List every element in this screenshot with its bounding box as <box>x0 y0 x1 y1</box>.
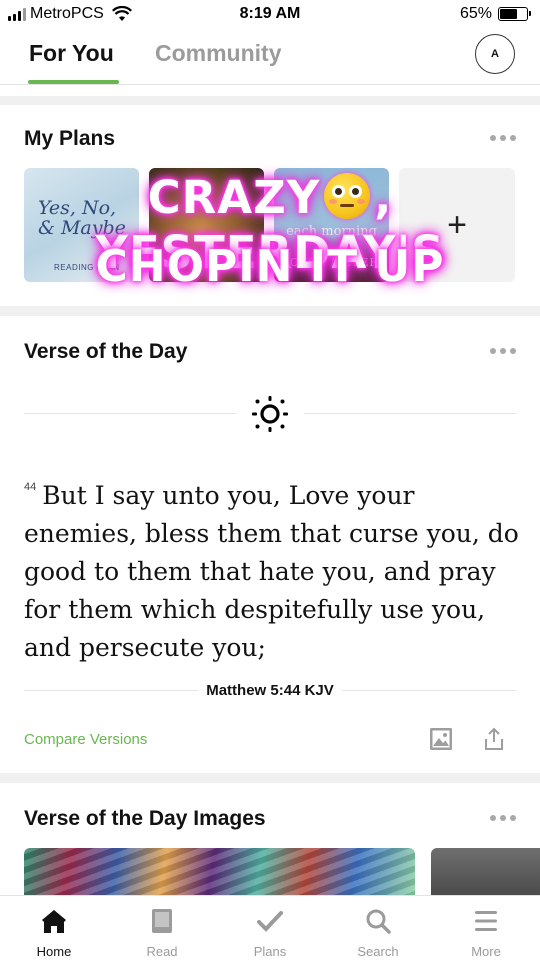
status-bar: MetroPCS 8:19 AM 65% <box>0 0 540 30</box>
home-icon <box>42 910 66 933</box>
verse-image-card[interactable] <box>431 848 540 896</box>
section-divider <box>0 96 540 105</box>
image-icon[interactable] <box>430 728 452 750</box>
nav-home-label: Home <box>36 944 72 959</box>
nav-read[interactable]: Read <box>108 896 216 960</box>
verse-reference[interactable]: Matthew 5:44 KJV <box>0 682 540 699</box>
verse-images-more-icon[interactable] <box>490 815 516 821</box>
sun-icon <box>252 396 288 432</box>
my-plans-more-icon[interactable] <box>490 135 516 141</box>
verse-number: 44 <box>24 481 37 493</box>
battery-icon <box>498 7 531 21</box>
verse-more-icon[interactable] <box>490 348 516 354</box>
nav-read-label: Read <box>146 944 178 959</box>
verse-text[interactable]: 44 But I say unto you, Love your enemies,… <box>24 468 524 667</box>
verse-image-card[interactable] <box>24 848 415 896</box>
bottom-nav: Home Read Plans Search More <box>0 895 540 960</box>
section-divider <box>0 773 540 783</box>
compare-versions-link[interactable]: Compare Versions <box>24 731 147 748</box>
nav-more[interactable]: More <box>432 896 540 960</box>
nav-search-label: Search <box>357 944 399 959</box>
share-icon[interactable] <box>482 727 506 751</box>
nav-plans[interactable]: Plans <box>216 896 324 960</box>
divider-line <box>24 413 236 414</box>
nav-more-label: More <box>471 944 501 959</box>
tab-for-you[interactable]: For You <box>29 40 114 67</box>
menu-icon <box>475 911 497 931</box>
verse-of-day-title: Verse of the Day <box>24 340 188 363</box>
avatar[interactable]: A <box>475 34 515 74</box>
verse-body: But I say unto you, Love your enemies, b… <box>24 481 519 662</box>
search-icon <box>366 909 391 934</box>
section-divider <box>0 306 540 316</box>
divider-line <box>304 413 516 414</box>
verse-images-title: Verse of the Day Images <box>24 807 266 830</box>
overlay-text-crazy: CRAZY <box>147 171 321 224</box>
active-tab-indicator <box>28 80 119 84</box>
overlay-caption-line2: CHOPIN IT UP <box>95 241 445 292</box>
top-nav: For You Community A <box>0 30 540 85</box>
nav-plans-label: Plans <box>253 944 287 959</box>
nav-home[interactable]: Home <box>0 896 108 960</box>
check-icon <box>257 911 283 932</box>
tab-community[interactable]: Community <box>155 40 282 67</box>
verse-reference-text: Matthew 5:44 KJV <box>198 682 342 699</box>
nav-search[interactable]: Search <box>324 896 432 960</box>
battery-percent: 65% <box>459 5 492 22</box>
book-icon <box>152 909 172 933</box>
flushed-face-emoji-icon <box>324 173 371 219</box>
my-plans-title: My Plans <box>24 127 116 150</box>
